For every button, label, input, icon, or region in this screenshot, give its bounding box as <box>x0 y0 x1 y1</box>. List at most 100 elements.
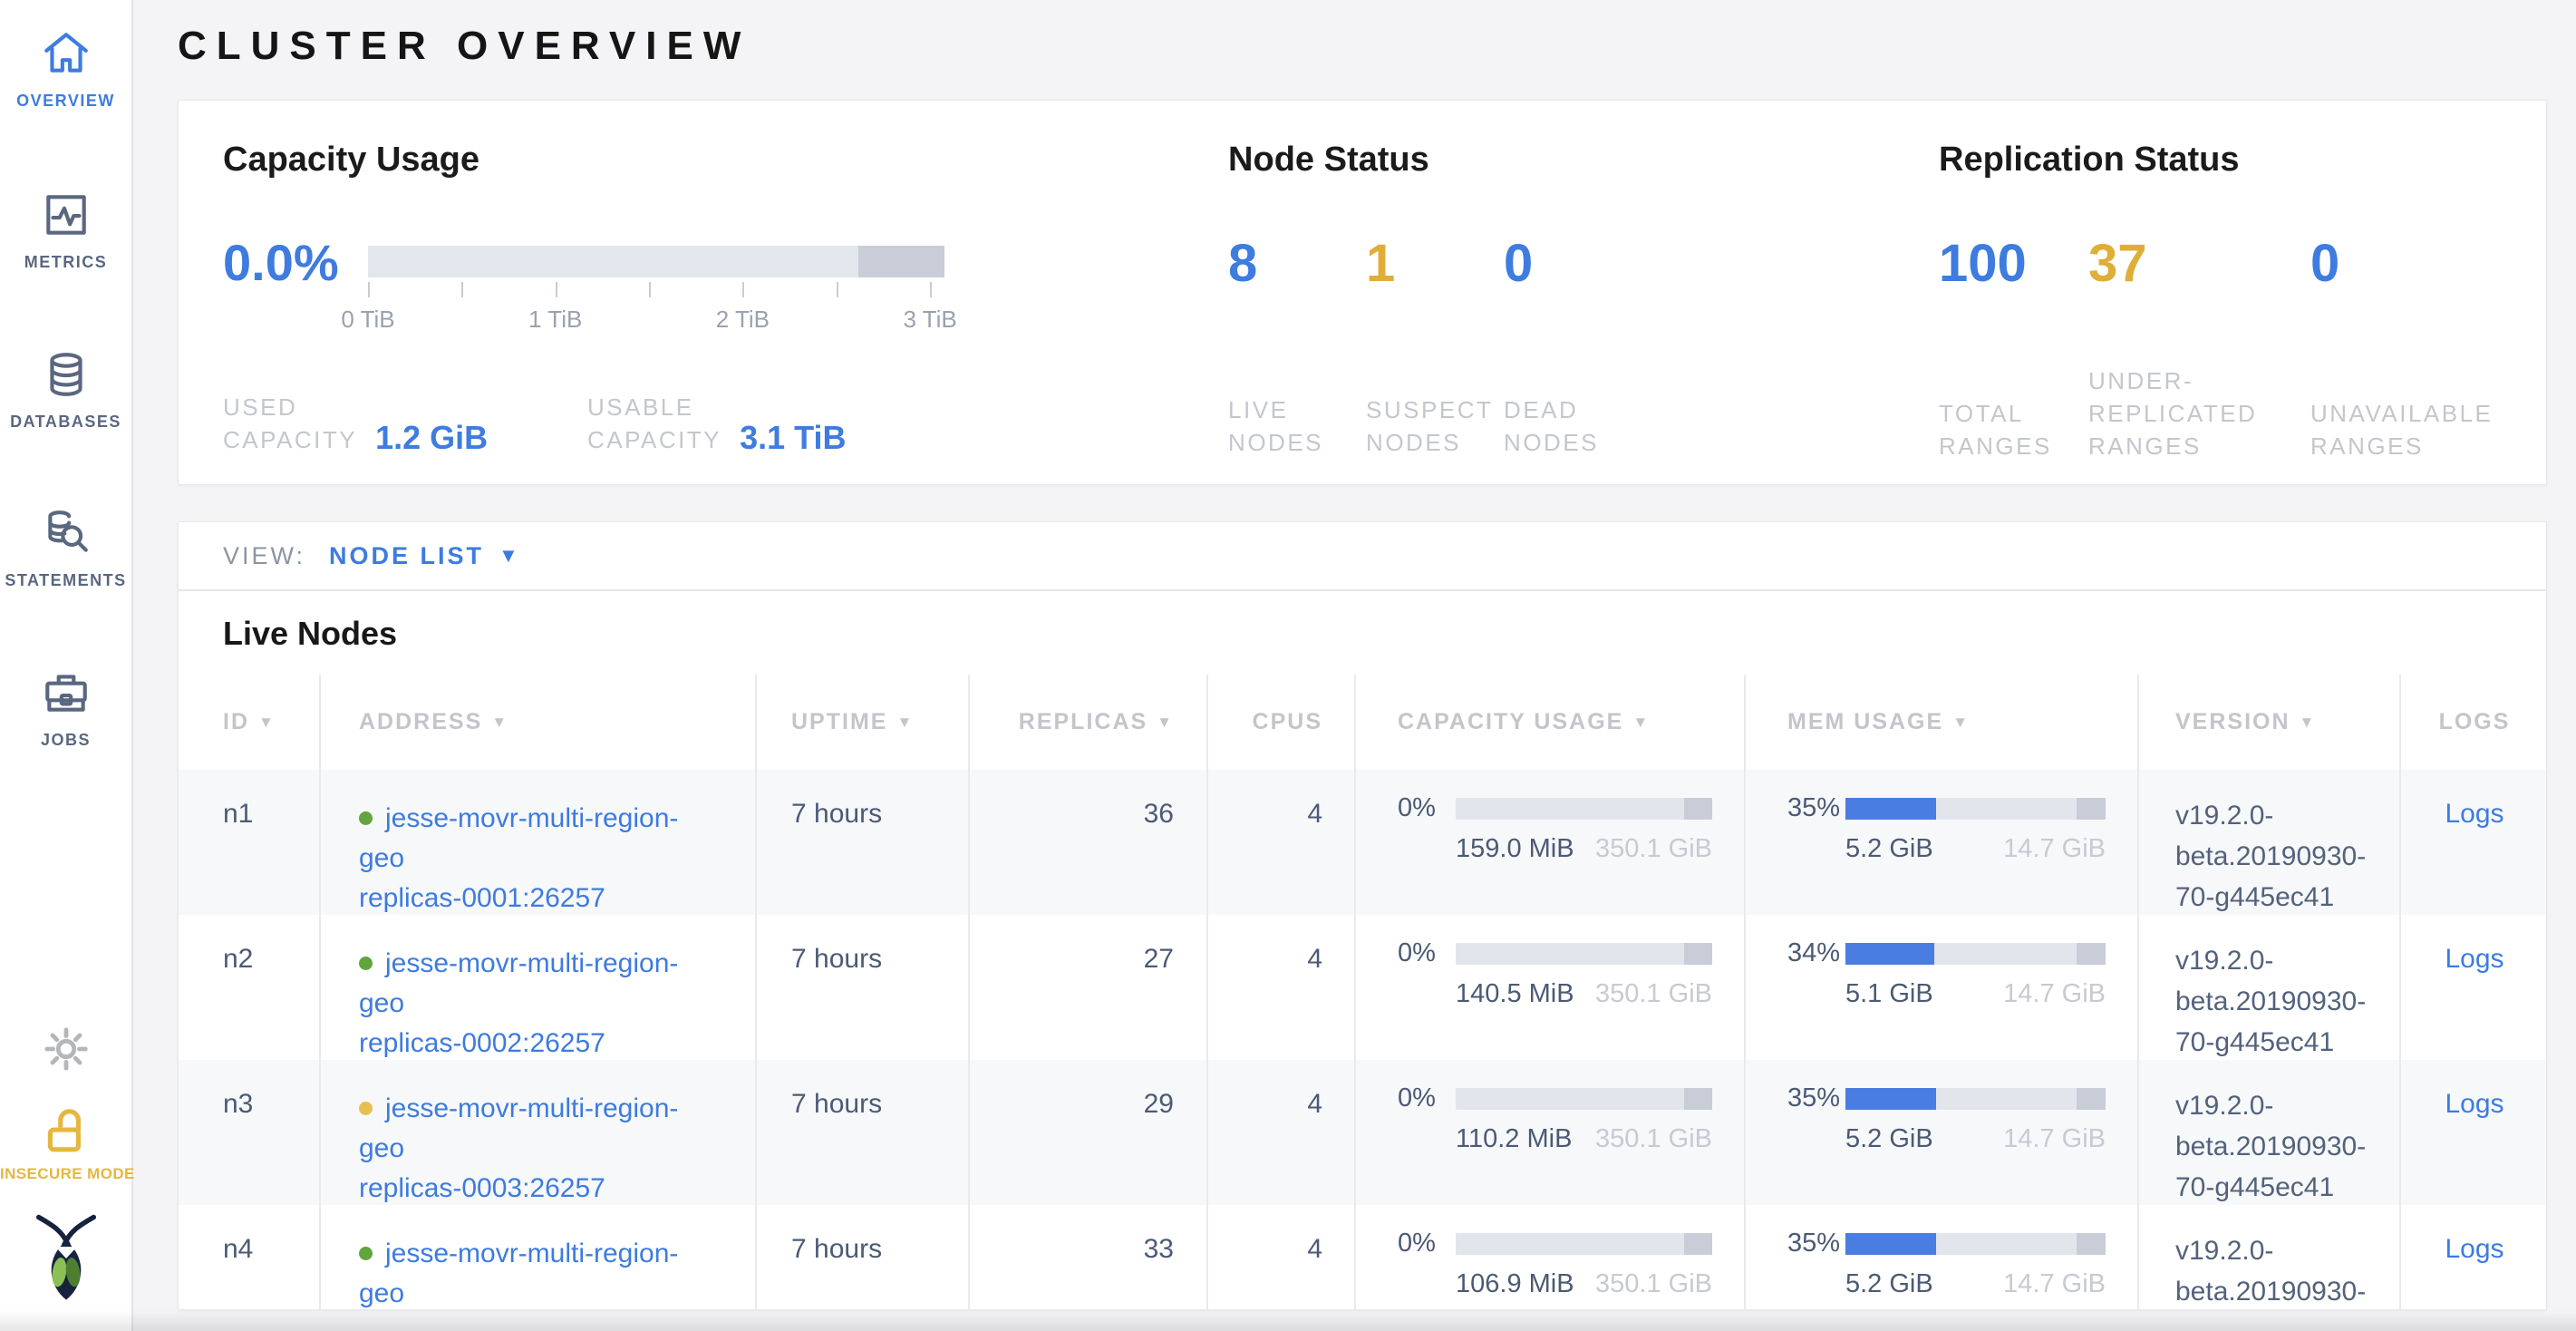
metrics-icon <box>40 189 92 246</box>
sidebar-item-databases[interactable]: DATABASES <box>0 348 131 432</box>
live-nodes-table: ID▼ ADDRESS▼ UPTIME▼ REPLICAS▼ CPUS CAPA… <box>179 675 2546 1310</box>
node-replicas: 36 <box>970 770 1208 918</box>
node-address-link[interactable]: jesse-movr-multi-region-georeplicas-0002… <box>359 948 678 1058</box>
column-header-uptime[interactable]: UPTIME▼ <box>757 675 970 770</box>
replication-status-title: Replication Status <box>1939 141 2546 180</box>
usable-capacity-label: USABLE CAPACITY <box>587 391 721 456</box>
sort-arrow-icon: ▼ <box>258 714 276 732</box>
total-ranges-label: TOTAL RANGES <box>1939 397 2088 462</box>
capacity-percent: 0.0% <box>223 234 368 292</box>
table-row: n3 jesse-movr-multi-region-georeplicas-0… <box>179 1060 2546 1205</box>
capacity-gauge-nonusable-segment <box>858 246 944 277</box>
sort-arrow-icon: ▼ <box>1157 714 1174 732</box>
node-status-dot <box>359 957 373 970</box>
dead-nodes-count: 0 <box>1504 234 1641 294</box>
node-replicas: 27 <box>970 915 1208 1064</box>
node-mem-usage: 35% 5.2 GiB14.7 GiB <box>1746 1205 2139 1310</box>
sort-arrow-icon: ▼ <box>491 714 508 732</box>
capacity-percent: 0% <box>1398 1229 1448 1258</box>
sidebar-item-label: STATEMENTS <box>0 571 131 590</box>
tick-label: 2 TiB <box>716 306 770 334</box>
node-version: v19.2.0- beta.20190930- <box>2139 1205 2401 1310</box>
logs-link[interactable]: Logs <box>2445 1089 2503 1119</box>
logs-link[interactable]: Logs <box>2445 1234 2503 1264</box>
table-header-row: ID▼ ADDRESS▼ UPTIME▼ REPLICAS▼ CPUS CAPA… <box>179 675 2546 770</box>
capacity-used: 159.0 MiB <box>1456 834 1574 864</box>
column-header-capacity-usage[interactable]: CAPACITY USAGE▼ <box>1356 675 1746 770</box>
sidebar-item-statements[interactable]: STATEMENTS <box>0 507 131 590</box>
mem-bar <box>1845 798 2106 820</box>
mem-percent: 35% <box>1787 1083 1838 1113</box>
column-header-mem-usage[interactable]: MEM USAGE▼ <box>1746 675 2139 770</box>
node-status-title: Node Status <box>1228 141 1939 180</box>
cockroach-bug-icon <box>34 1211 98 1310</box>
column-header-cpus: CPUS <box>1208 675 1356 770</box>
node-status-section: Node Status 8 1 0 LIVE NODES SUSPECT NOD… <box>1228 101 1939 484</box>
under-replicated-ranges-label: UNDER- REPLICATED RANGES <box>2088 364 2310 462</box>
column-header-address[interactable]: ADDRESS▼ <box>321 675 757 770</box>
logs-link[interactable]: Logs <box>2445 799 2503 829</box>
cluster-summary-card: Capacity Usage 0.0% 0 TiB <box>178 100 2547 485</box>
node-uptime: 7 hours <box>757 1205 970 1310</box>
tick-label: 1 TiB <box>528 306 582 334</box>
sidebar-item-metrics[interactable]: METRICS <box>0 189 131 272</box>
capacity-total: 350.1 GiB <box>1595 834 1712 864</box>
node-cpus: 4 <box>1208 915 1356 1064</box>
mem-bar <box>1845 943 2106 965</box>
main-content: CLUSTER OVERVIEW Capacity Usage 0.0% <box>133 0 2576 1331</box>
node-id: n2 <box>179 915 321 1064</box>
capacity-bar <box>1456 1088 1712 1110</box>
capacity-gauge-ticks <box>368 282 944 302</box>
mem-total: 14.7 GiB <box>2003 1269 2106 1299</box>
mem-bar <box>1845 1088 2106 1110</box>
node-replicas: 29 <box>970 1060 1208 1209</box>
used-capacity-label: USED CAPACITY <box>223 391 357 456</box>
tick-label: 3 TiB <box>903 306 956 334</box>
suspect-nodes-label: SUSPECT NODES <box>1366 393 1504 459</box>
node-address-cell: jesse-movr-multi-region-georeplicas-0001… <box>321 770 757 918</box>
settings-button[interactable] <box>0 1025 131 1078</box>
mem-percent: 34% <box>1787 938 1838 968</box>
table-row: n4 jesse-movr-multi-region-georeplicas-0… <box>179 1205 2546 1310</box>
view-label: VIEW: <box>223 542 305 570</box>
node-logs-cell: Logs <box>2401 770 2547 918</box>
sidebar-item-overview[interactable]: OVERVIEW <box>0 27 131 111</box>
total-ranges-count: 100 <box>1939 234 2088 294</box>
node-address-link[interactable]: jesse-movr-multi-region-georeplicas-0001… <box>359 803 678 913</box>
node-address-cell: jesse-movr-multi-region-georeplicas-0002… <box>321 915 757 1064</box>
node-id: n1 <box>179 770 321 918</box>
capacity-total: 350.1 GiB <box>1595 979 1712 1009</box>
node-address-link[interactable]: jesse-movr-multi-region-georeplicas-0004… <box>359 1239 678 1310</box>
sort-arrow-icon: ▼ <box>2300 714 2317 732</box>
logs-link[interactable]: Logs <box>2445 944 2503 974</box>
node-address-link[interactable]: jesse-movr-multi-region-georeplicas-0003… <box>359 1093 678 1203</box>
gear-icon <box>42 1025 91 1078</box>
open-lock-icon <box>40 1103 92 1160</box>
insecure-mode-indicator[interactable]: INSECURE MODE <box>0 1103 131 1183</box>
capacity-gauge: 0.0% 0 TiB 1 TiB 2 TiB <box>223 234 1228 333</box>
unavailable-ranges-label: UNAVAILABLE RANGES <box>2310 397 2546 462</box>
node-capacity-usage: 0% 140.5 MiB 350.1 GiB <box>1356 915 1746 1064</box>
column-header-id[interactable]: ID▼ <box>179 675 321 770</box>
capacity-used: 140.5 MiB <box>1456 979 1574 1009</box>
dead-nodes-label: DEAD NODES <box>1504 393 1641 459</box>
node-version: v19.2.0- beta.20190930- 70-g445ec41 <box>2139 1060 2401 1209</box>
node-capacity-usage: 0% 159.0 MiB350.1 GiB <box>1356 770 1746 918</box>
sort-arrow-icon: ▼ <box>896 714 914 732</box>
node-version: v19.2.0- beta.20190930- 70-g445ec41 <box>2139 770 2401 918</box>
capacity-percent: 0% <box>1398 938 1448 968</box>
column-header-version[interactable]: VERSION▼ <box>2139 675 2401 770</box>
node-status-dot <box>359 811 373 825</box>
used-capacity-value: 1.2 GiB <box>375 420 488 456</box>
table-row: n2 jesse-movr-multi-region-georeplicas-0… <box>179 915 2546 1060</box>
capacity-usage-title: Capacity Usage <box>223 141 1228 180</box>
view-dropdown[interactable]: NODE LIST ▼ <box>329 542 518 570</box>
mem-used: 5.1 GiB <box>1845 979 1933 1009</box>
sidebar-item-jobs[interactable]: JOBS <box>0 666 131 750</box>
column-header-logs: LOGS <box>2401 675 2547 770</box>
column-header-replicas[interactable]: REPLICAS▼ <box>970 675 1208 770</box>
sidebar-item-label: JOBS <box>0 731 131 750</box>
node-address-cell: jesse-movr-multi-region-georeplicas-0003… <box>321 1060 757 1209</box>
database-icon <box>40 348 92 405</box>
mem-percent: 35% <box>1787 1229 1838 1258</box>
